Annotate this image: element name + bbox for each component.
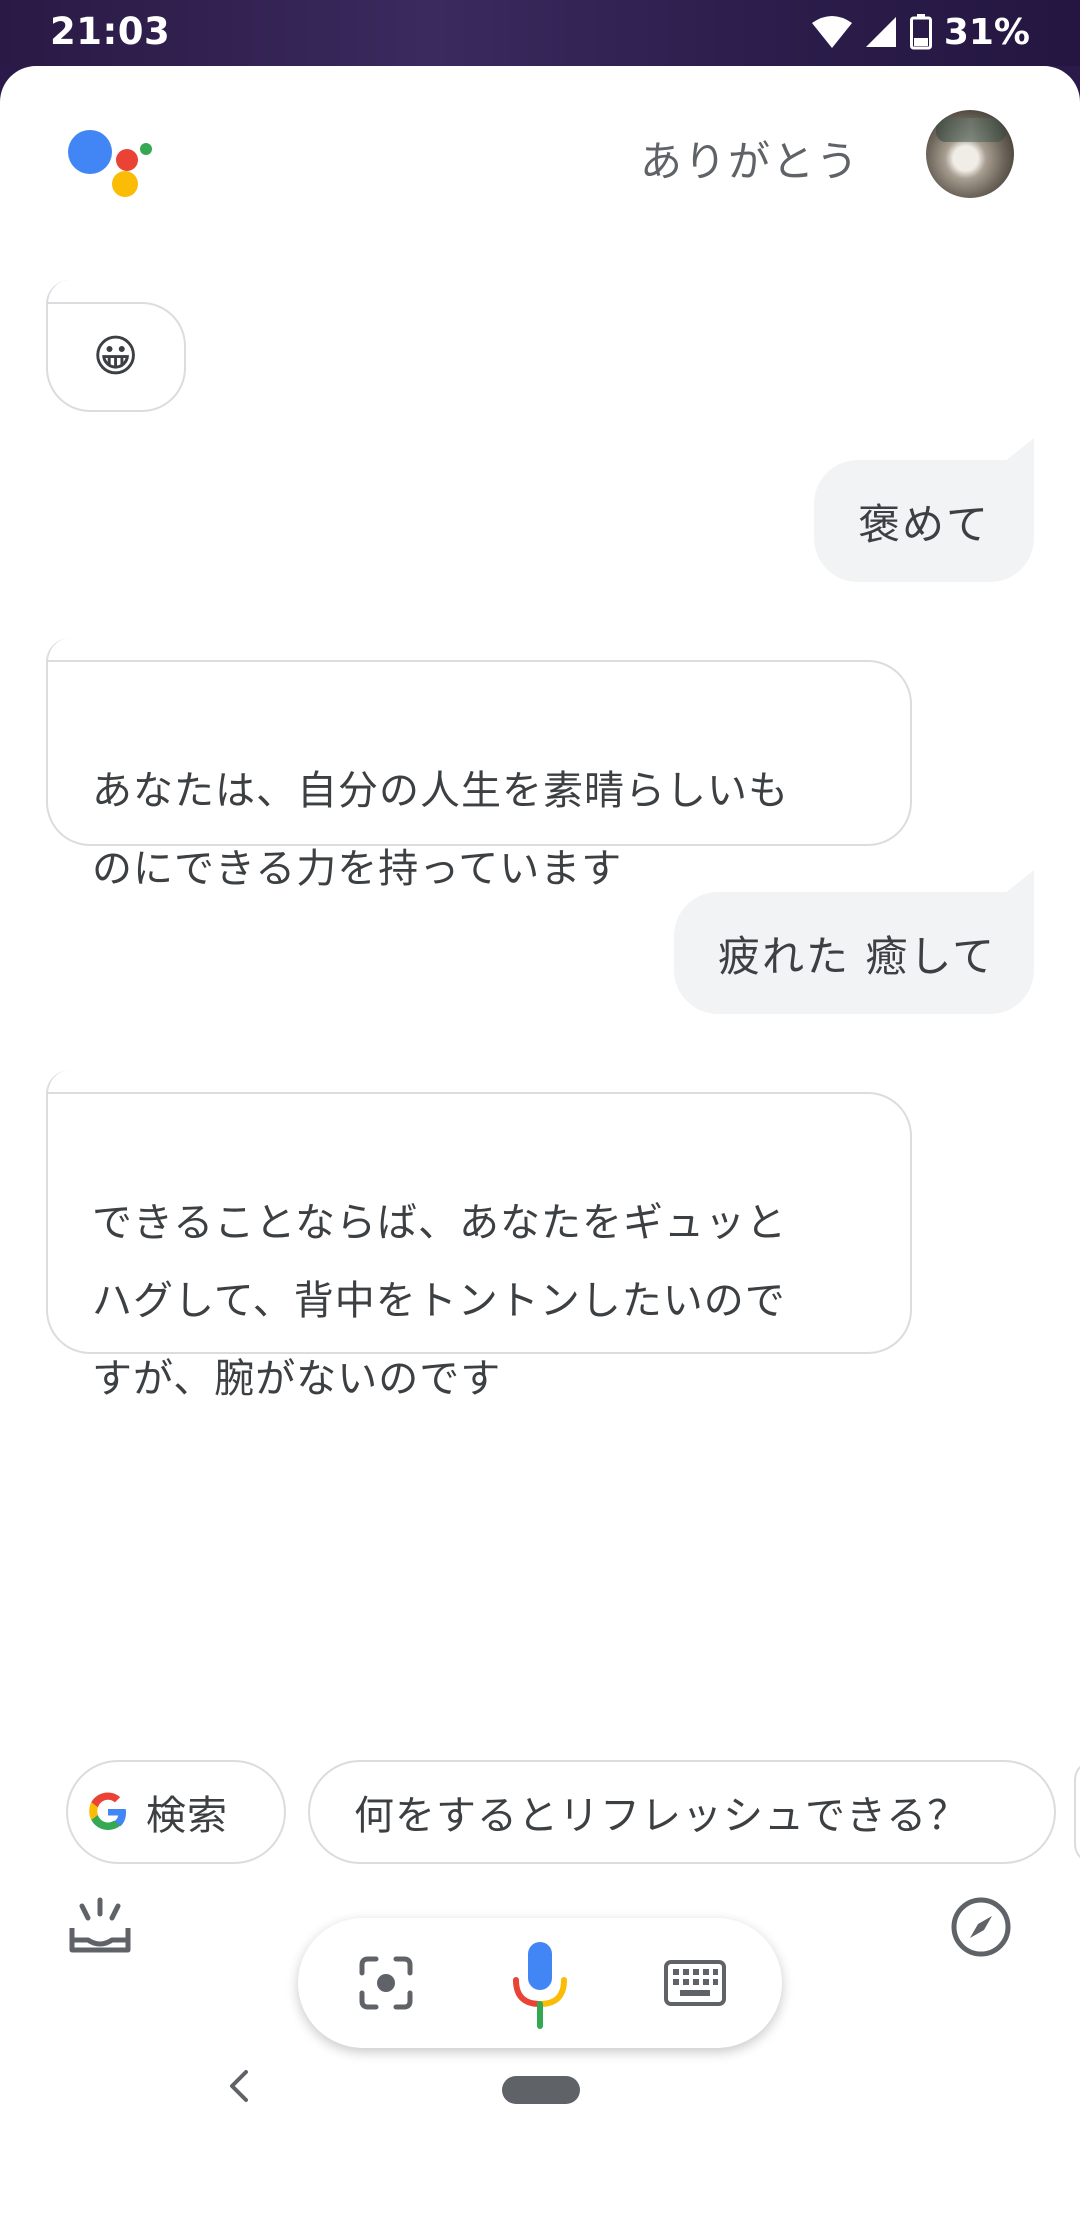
assistant-message: できることならば、あなたをギュッと ハグして、背中をトントンしたいので すが、腕… (46, 1070, 912, 1402)
user-message: 疲れた 癒して (674, 892, 1034, 1014)
assistant-sheet: ありがとう 😀 褒めて あなたは、自分の人生を素晴らしいも のにできる力を持って… (0, 66, 1080, 2220)
user-message: 褒めて (814, 460, 1034, 582)
suggestion-chip-overflow[interactable] (1074, 1760, 1080, 1864)
compass-icon[interactable] (950, 1896, 1012, 1958)
search-chip[interactable]: 検索 (66, 1760, 286, 1864)
google-assistant-logo (68, 130, 152, 197)
emoji-response: 😀 (92, 331, 140, 382)
status-bar: 21:03 31% (0, 0, 1080, 66)
back-icon[interactable] (224, 2066, 254, 2106)
user-message-text: 疲れた 癒して (718, 931, 997, 981)
battery-percent: 31% (943, 11, 1030, 53)
lens-icon[interactable] (358, 1955, 414, 2011)
snapshot-icon[interactable] (64, 1892, 136, 1964)
home-pill[interactable] (502, 2076, 580, 2104)
assistant-message: あなたは、自分の人生を素晴らしいも のにできる力を持っています (46, 638, 912, 892)
cell-signal-icon (865, 17, 896, 47)
google-g-icon (89, 1792, 126, 1830)
status-time: 21:03 (50, 10, 171, 53)
assistant-message-text: あなたは、自分の人生を素晴らしいも のにできる力を持っています (92, 768, 789, 892)
status-icons: 31% (811, 11, 1030, 53)
user-message-text: 褒めて (858, 499, 991, 549)
keyboard-icon[interactable] (664, 1960, 726, 2006)
suggestion-chip-label: 何をするとリフレッシュできる？ (354, 1793, 969, 1839)
battery-icon (909, 14, 932, 50)
suggestion-chip[interactable]: 何をするとリフレッシュできる？ (308, 1760, 1056, 1864)
search-chip-label: 検索 (146, 1793, 228, 1839)
assistant-message: 😀 (46, 280, 186, 412)
assistant-message-text: できることならば、あなたをギュッと ハグして、背中をトントンしたいので すが、腕… (92, 1200, 787, 1402)
user-query-header: ありがとう (640, 137, 861, 186)
wifi-icon (811, 16, 852, 48)
input-controls-pill (298, 1918, 782, 2048)
avatar[interactable] (926, 110, 1014, 198)
mic-icon[interactable] (508, 1940, 572, 2030)
